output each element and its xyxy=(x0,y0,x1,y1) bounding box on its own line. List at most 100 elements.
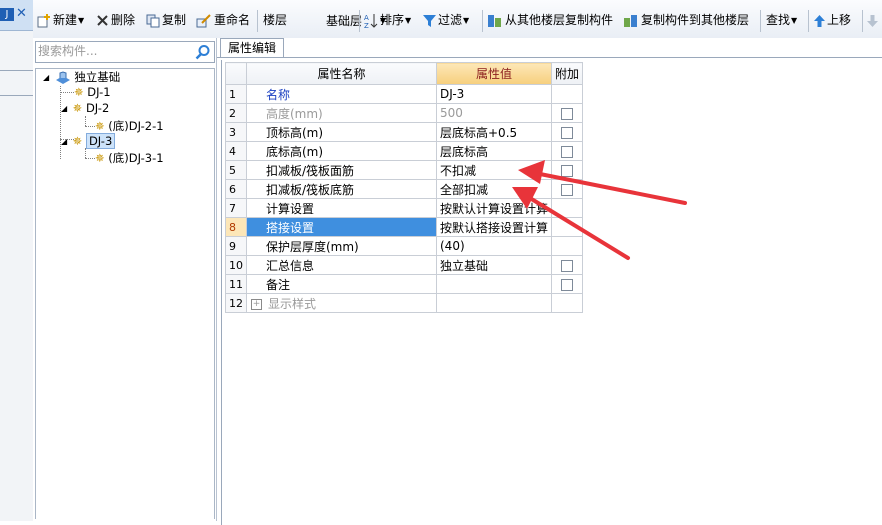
tree-root-node[interactable]: ◢ 独立基础 xyxy=(43,69,120,85)
property-value xyxy=(435,293,553,313)
component-tree-panel: ◢ 独立基础 ✵ DJ-1 ◢ ✵ DJ-2 ✵ (底)DJ-2-1 ◢ ✵ D… xyxy=(33,38,217,521)
property-value[interactable]: (40) xyxy=(435,236,553,256)
checkbox[interactable] xyxy=(561,164,574,177)
property-value[interactable]: 按默认计算设置计算 xyxy=(435,198,553,218)
row-number: 5 xyxy=(225,160,247,180)
expand-icon[interactable]: + xyxy=(251,298,262,310)
down-arrow-icon xyxy=(867,14,878,27)
copy-from-floor-button[interactable]: 从其他楼层复制构件 xyxy=(487,11,613,29)
table-row-selected[interactable]: 8 搭接设置 按默认搭接设置计算 xyxy=(225,217,584,237)
row-number: 1 xyxy=(225,84,247,104)
property-name: 保护层厚度(mm) xyxy=(246,236,437,256)
search-icon[interactable] xyxy=(195,44,211,60)
rename-icon xyxy=(196,13,211,27)
toolbar-separator xyxy=(808,10,809,32)
move-down-button[interactable] xyxy=(867,11,880,29)
rename-label: 重命名 xyxy=(214,13,251,27)
move-up-button[interactable]: 上移 xyxy=(814,11,851,29)
collapse-icon[interactable]: ◢ xyxy=(61,134,69,150)
tree-connector xyxy=(60,92,74,93)
tree-node-label: DJ-2 xyxy=(85,101,110,115)
floor-label: 楼层 xyxy=(263,13,288,27)
tree-root-label: 独立基础 xyxy=(74,70,121,84)
tree-node-label-selected: DJ-3 xyxy=(85,133,116,149)
toolbar: 新建▼ 删除 复制 重命名 楼层 基础层 ▼ A Z 排序▼ 过滤▼ 从其他楼层复制… xyxy=(33,0,882,39)
property-name: 名称 xyxy=(246,84,437,104)
collapse-icon[interactable]: ◢ xyxy=(43,70,51,86)
checkbox[interactable] xyxy=(561,107,574,120)
tree-node-dj3[interactable]: ◢ ✵ DJ-3 xyxy=(61,133,116,150)
checkbox[interactable] xyxy=(561,183,574,196)
checkbox[interactable] xyxy=(561,126,574,139)
table-row[interactable]: 9 保护层厚度(mm) (40) xyxy=(225,236,584,256)
copy-icon xyxy=(146,14,160,27)
row-number: 2 xyxy=(225,103,247,123)
table-row[interactable]: 7 计算设置 按默认计算设置计算 xyxy=(225,198,584,218)
new-button[interactable]: 新建▼ xyxy=(37,11,84,29)
row-number: 4 xyxy=(225,141,247,161)
table-row[interactable]: 10 汇总信息 独立基础 xyxy=(225,255,584,275)
table-row[interactable]: 2 高度(mm) 500 xyxy=(225,103,584,123)
property-value[interactable]: DJ-3 xyxy=(435,84,553,104)
toolbar-separator xyxy=(359,10,360,32)
table-row[interactable]: 12 + 显示样式 xyxy=(225,293,584,313)
property-value[interactable]: 不扣减 xyxy=(435,160,553,180)
tree-node-dj1[interactable]: ✵ DJ-1 xyxy=(74,84,111,100)
property-group[interactable]: + 显示样式 xyxy=(246,293,437,313)
tab-property-edit[interactable]: 属性编辑 xyxy=(220,38,284,58)
left-dock-strip: J ✕ xyxy=(0,0,34,521)
docked-tab[interactable]: J ✕ xyxy=(0,0,33,31)
property-value[interactable]: 500 xyxy=(435,103,553,123)
delete-button[interactable]: 删除 xyxy=(96,11,135,29)
table-row[interactable]: 4 底标高(m) 层底标高 xyxy=(225,141,584,161)
collapse-icon[interactable]: ◢ xyxy=(61,101,69,117)
table-row[interactable]: 11 备注 xyxy=(225,274,584,294)
row-number: 9 xyxy=(225,236,247,256)
svg-text:Z: Z xyxy=(364,22,369,29)
property-value[interactable] xyxy=(435,274,553,294)
table-row[interactable]: 1 名称 DJ-3 xyxy=(225,84,584,104)
copy-button[interactable]: 复制 xyxy=(146,11,186,29)
checkbox[interactable] xyxy=(561,259,574,272)
copy-to-floor-button[interactable]: 复制构件到其他楼层 xyxy=(623,11,749,29)
tree-node-label: (底)DJ-2-1 xyxy=(108,119,164,133)
checkbox[interactable] xyxy=(561,278,574,291)
property-value[interactable]: 全部扣减 xyxy=(435,179,553,199)
rename-button[interactable]: 重命名 xyxy=(196,11,250,29)
table-row[interactable]: 5 扣减板/筏板面筋 不扣减 xyxy=(225,160,584,180)
row-number: 3 xyxy=(225,122,247,142)
property-value[interactable]: 层底标高 xyxy=(435,141,553,161)
tree-node-dj2[interactable]: ◢ ✵ DJ-2 xyxy=(61,100,109,116)
tree-connector xyxy=(85,148,86,158)
header-extra: 附加 xyxy=(551,62,584,85)
gear-icon: ✵ xyxy=(72,134,83,148)
extra-cell xyxy=(551,141,584,161)
divider xyxy=(0,70,33,71)
close-icon[interactable]: ✕ xyxy=(16,6,27,21)
foundation-icon xyxy=(55,70,70,84)
search-input[interactable] xyxy=(38,42,188,60)
svg-text:A: A xyxy=(364,14,369,22)
property-panel: 属性编辑 属性名称 属性值 附加 1 名称 DJ-3 2 高度(mm) 500 … xyxy=(217,38,882,525)
property-value[interactable]: 按默认搭接设置计算 xyxy=(435,217,553,237)
row-number: 10 xyxy=(225,255,247,275)
row-number: 7 xyxy=(225,198,247,218)
up-arrow-icon xyxy=(814,14,825,27)
copy-label: 复制 xyxy=(162,13,187,27)
delete-icon xyxy=(97,15,108,26)
extra-cell xyxy=(551,160,584,180)
tree-node-dj2-1[interactable]: ✵ (底)DJ-2-1 xyxy=(95,118,164,134)
property-value[interactable]: 独立基础 xyxy=(435,255,553,275)
property-value[interactable]: 层底标高+0.5 xyxy=(435,122,553,142)
sort-button[interactable]: A Z 排序▼ xyxy=(364,11,411,29)
tree-node-dj3-1[interactable]: ✵ (底)DJ-3-1 xyxy=(95,150,164,166)
extra-cell xyxy=(551,198,584,218)
checkbox[interactable] xyxy=(561,145,574,158)
filter-button[interactable]: 过滤▼ xyxy=(423,11,469,29)
gear-icon: ✵ xyxy=(95,119,105,133)
filter-icon xyxy=(423,15,436,27)
table-row[interactable]: 3 顶标高(m) 层底标高+0.5 xyxy=(225,122,584,142)
extra-cell xyxy=(551,84,584,104)
find-button[interactable]: 查找▼ xyxy=(766,11,797,29)
table-row[interactable]: 6 扣减板/筏板底筋 全部扣减 xyxy=(225,179,584,199)
